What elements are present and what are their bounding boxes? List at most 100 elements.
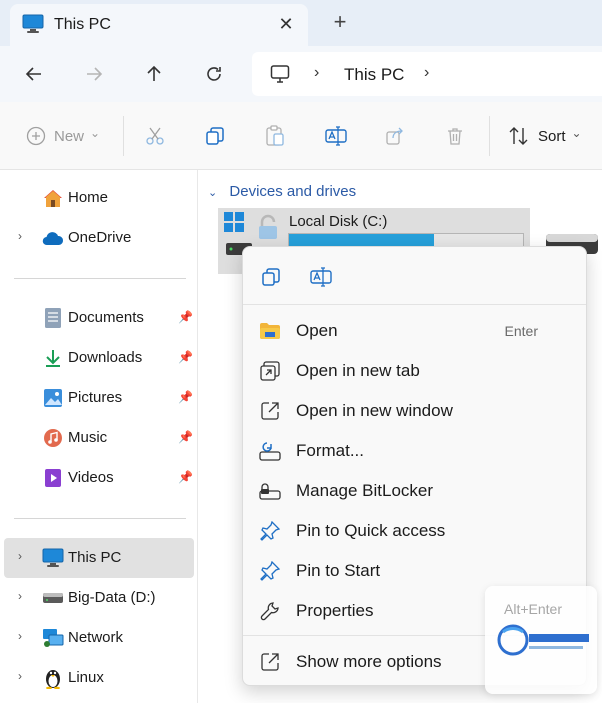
- clipboard-icon: [266, 125, 284, 146]
- pin-icon[interactable]: 📌: [178, 310, 193, 324]
- windows-logo-icon: [224, 212, 244, 237]
- sidebar-item-label: Big-Data (D:): [68, 589, 156, 606]
- sidebar-item-label: Home: [68, 189, 109, 206]
- back-button[interactable]: [18, 58, 50, 90]
- document-icon: [42, 307, 64, 329]
- drive-name: Local Disk (C:): [289, 213, 388, 230]
- share-button[interactable]: [385, 122, 405, 150]
- new-button[interactable]: New ⌄: [26, 122, 100, 150]
- chevron-right-icon[interactable]: ›: [18, 629, 22, 643]
- chevron-right-icon[interactable]: ›: [18, 229, 22, 243]
- sidebar-item-downloads[interactable]: Downloads 📌: [4, 338, 194, 378]
- menu-item-shortcut: Enter: [504, 323, 538, 339]
- sidebar-item-home[interactable]: Home: [4, 178, 194, 218]
- sidebar-item-pictures[interactable]: Pictures 📌: [4, 378, 194, 418]
- chevron-right-icon[interactable]: ›: [18, 549, 22, 563]
- sidebar-divider: [14, 518, 186, 519]
- sidebar-item-linux[interactable]: › Linux: [4, 658, 194, 698]
- copy-button[interactable]: [205, 122, 225, 150]
- sidebar-item-label: Documents: [68, 309, 144, 326]
- menu-item-open-in-new-window[interactable]: Open in new window: [243, 391, 586, 431]
- format-icon: [259, 440, 281, 462]
- network-icon: [42, 627, 64, 649]
- chevron-down-icon: ⌄: [208, 187, 218, 199]
- tab-this-pc[interactable]: This PC ✕: [10, 4, 308, 46]
- chevron-down-icon: ⌄: [90, 126, 101, 140]
- drive-usage-bar: [288, 233, 524, 247]
- pin-icon[interactable]: 📌: [178, 430, 193, 444]
- more-options-icon: [259, 651, 281, 673]
- sidebar-item-network[interactable]: › Network: [4, 618, 194, 658]
- devices-and-drives-header[interactable]: ⌄ Devices and drives: [208, 183, 356, 200]
- pin-icon: [259, 520, 281, 542]
- command-bar: New ⌄ Sort ⌄: [0, 102, 602, 170]
- menu-item-open[interactable]: Open Enter: [243, 311, 586, 351]
- download-icon: [42, 347, 64, 369]
- up-button[interactable]: [138, 58, 170, 90]
- copy-icon: [262, 268, 280, 286]
- sidebar-item-label: Linux: [68, 669, 104, 686]
- close-tab-icon[interactable]: ✕: [274, 12, 298, 36]
- forward-button[interactable]: [78, 58, 110, 90]
- sidebar-item-label: This PC: [68, 549, 122, 566]
- computer-icon: [270, 64, 290, 89]
- tab-title: This PC: [54, 16, 111, 33]
- tab-strip: This PC ✕ +: [0, 0, 602, 46]
- chevron-right-icon[interactable]: ›: [18, 589, 22, 603]
- chevron-right-icon[interactable]: ›: [18, 669, 22, 683]
- menu-item-open-in-new-tab[interactable]: Open in new tab: [243, 351, 586, 391]
- menu-item-label: Open in new window: [296, 401, 453, 420]
- menu-item-manage-bitlocker[interactable]: Manage BitLocker: [243, 471, 586, 511]
- refresh-button[interactable]: [198, 58, 230, 90]
- rename-icon: [325, 126, 347, 146]
- copy-button[interactable]: [257, 263, 285, 291]
- menu-item-pin-to-start[interactable]: Pin to Start: [243, 551, 586, 591]
- toolbar-divider: [489, 116, 490, 156]
- pin-icon[interactable]: 📌: [178, 350, 193, 364]
- address-bar[interactable]: › This PC ›: [252, 52, 602, 96]
- cut-button[interactable]: [145, 122, 165, 150]
- pin-icon: [259, 560, 281, 582]
- breadcrumb-separator[interactable]: ›: [424, 64, 429, 82]
- lock-icon: [256, 214, 280, 245]
- sidebar-item-music[interactable]: Music 📌: [4, 418, 194, 458]
- sidebar-divider: [14, 278, 186, 279]
- breadcrumb-separator[interactable]: ›: [314, 64, 319, 82]
- sidebar-item-big-data[interactable]: › Big-Data (D:): [4, 578, 194, 618]
- menu-item-label: Show more options: [296, 652, 442, 671]
- section-title: Devices and drives: [229, 183, 357, 200]
- folder-icon: [259, 320, 281, 342]
- bitlocker-icon: [259, 480, 281, 502]
- delete-button[interactable]: [445, 122, 465, 150]
- arrow-up-icon: [147, 65, 161, 81]
- menu-item-format[interactable]: Format...: [243, 431, 586, 471]
- menu-item-label: Properties: [296, 601, 374, 620]
- sort-icon: [509, 127, 528, 145]
- navigation-bar: › This PC ›: [0, 46, 602, 102]
- breadcrumb-this-pc[interactable]: This PC: [344, 65, 404, 85]
- sidebar-item-label: Network: [68, 629, 124, 646]
- menu-item-pin-to-quick-access[interactable]: Pin to Quick access: [243, 511, 586, 551]
- arrow-right-icon: [87, 67, 103, 81]
- pin-icon[interactable]: 📌: [178, 390, 193, 404]
- monitor-icon: [42, 547, 64, 569]
- sidebar-item-videos[interactable]: Videos 📌: [4, 458, 194, 498]
- penguin-icon: [42, 667, 64, 689]
- sidebar-item-onedrive[interactable]: › OneDrive: [4, 218, 194, 258]
- sidebar-item-this-pc[interactable]: › This PC: [4, 538, 194, 578]
- sort-label: Sort: [538, 127, 566, 145]
- refresh-icon: [207, 67, 221, 81]
- sidebar-item-label: Videos: [68, 469, 114, 486]
- copy-icon: [206, 127, 224, 145]
- sidebar-item-label: Pictures: [68, 389, 123, 406]
- menu-item-label: Open in new tab: [296, 361, 420, 380]
- sort-button[interactable]: Sort ⌄: [508, 122, 582, 150]
- rename-button[interactable]: [325, 122, 347, 150]
- drive-usage-fill: [289, 234, 435, 246]
- paste-button[interactable]: [265, 122, 285, 150]
- pin-icon[interactable]: 📌: [178, 470, 193, 484]
- sidebar-item-documents[interactable]: Documents 📌: [4, 298, 194, 338]
- wrench-icon: [259, 600, 281, 622]
- new-tab-button[interactable]: +: [326, 8, 354, 36]
- rename-button[interactable]: [307, 263, 335, 291]
